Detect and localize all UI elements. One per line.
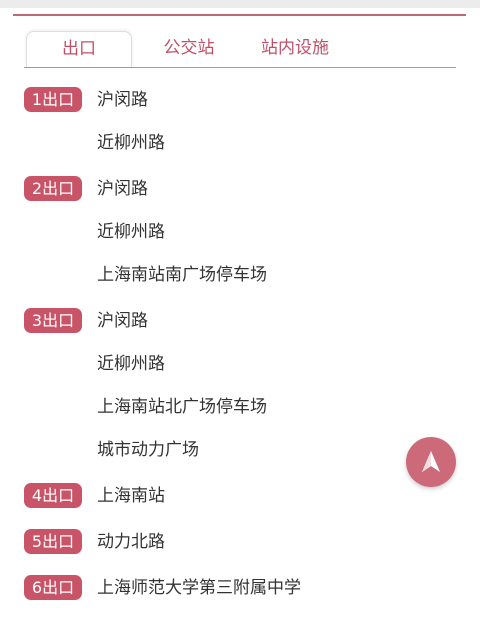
exit-group: 1出口 沪闵路近柳州路 <box>0 76 480 162</box>
header-divider <box>13 14 466 16</box>
exit-badge: 4出口 <box>24 483 82 508</box>
exit-destination: 上海师范大学第三附属中学 <box>97 578 301 598</box>
exit-badge: 6出口 <box>24 575 82 600</box>
exit-destination: 上海南站南广场停车场 <box>97 265 267 285</box>
tab-bus-stops[interactable]: 公交站 <box>152 31 226 67</box>
exit-destination: 上海南站 <box>97 486 165 506</box>
tab-station-facilities[interactable]: 站内设施 <box>253 31 337 67</box>
exit-row[interactable]: 2出口 沪闵路 <box>0 165 480 208</box>
exit-badge: 2出口 <box>24 176 82 201</box>
exit-list: 1出口 沪闵路 近柳州路 2出口 沪闵路 近柳州路 上海南站南广场停车场 3出口 沪闵路 近柳州路… <box>0 76 480 607</box>
page: 出口 公交站 站内设施 1出口 沪闵路 近柳州路 2出口 沪闵路 近柳州路 上海南站南广场停… <box>0 0 480 640</box>
exit-group: 6出口 上海师范大学第三附属中学 <box>0 564 480 607</box>
exit-row[interactable]: 近柳州路 <box>0 208 480 251</box>
exit-group: 4出口 上海南站 <box>0 472 480 515</box>
exit-destination: 上海南站北广场停车场 <box>97 397 267 417</box>
exit-row[interactable]: 3出口 沪闵路 <box>0 297 480 340</box>
exit-group: 2出口 沪闵路近柳州路上海南站南广场停车场 <box>0 165 480 294</box>
exit-row[interactable]: 1出口 沪闵路 <box>0 76 480 119</box>
exit-row[interactable]: 上海南站南广场停车场 <box>0 251 480 294</box>
exit-destination: 城市动力广场 <box>97 440 199 460</box>
exit-destination: 沪闵路 <box>97 90 148 110</box>
exit-group: 3出口 沪闵路近柳州路上海南站北广场停车场 城市动力广场 <box>0 297 480 469</box>
exit-group: 5出口 动力北路 <box>0 518 480 561</box>
exit-row[interactable]: 上海南站北广场停车场 <box>0 383 480 426</box>
tab-exits[interactable]: 出口 <box>26 31 132 67</box>
exit-badge: 3出口 <box>24 308 82 333</box>
status-bar-strip <box>0 0 480 8</box>
navigation-button[interactable] <box>406 437 456 487</box>
exit-badge: 5出口 <box>24 529 82 554</box>
exit-row[interactable]: 6出口 上海师范大学第三附属中学 <box>0 564 480 607</box>
exit-row[interactable]: 4出口 上海南站 <box>0 472 480 515</box>
exit-row[interactable]: 近柳州路 <box>0 119 480 162</box>
exit-destination: 沪闵路 <box>97 311 148 331</box>
tab-bar: 出口 公交站 站内设施 <box>24 31 456 68</box>
exit-destination: 动力北路 <box>97 532 165 552</box>
exit-row[interactable]: 5出口 动力北路 <box>0 518 480 561</box>
navigation-arrow-icon <box>422 451 440 472</box>
exit-destination: 近柳州路 <box>97 133 165 153</box>
exit-badge: 1出口 <box>24 87 82 112</box>
exit-destination: 近柳州路 <box>97 354 165 374</box>
exit-destination: 近柳州路 <box>97 222 165 242</box>
exit-row[interactable]: 近柳州路 <box>0 340 480 383</box>
exit-destination: 沪闵路 <box>97 179 148 199</box>
